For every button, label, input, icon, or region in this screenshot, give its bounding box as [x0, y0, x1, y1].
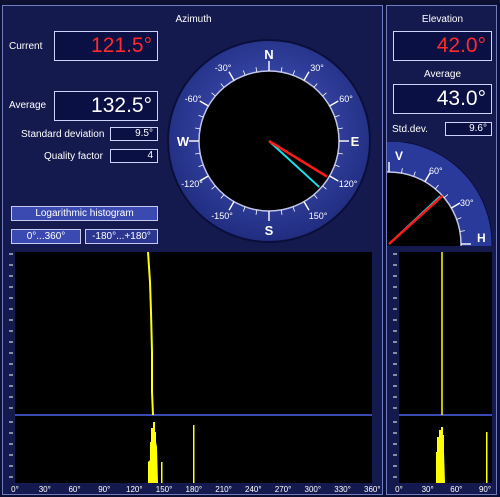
elevation-panel: Elevation 42.0° Average 43.0° Std.dev. 9…: [386, 5, 497, 495]
compass-w-label: W: [177, 134, 190, 149]
elevation-gauge: V H 60° 30°: [387, 142, 493, 246]
gauge-30-label: 30°: [460, 198, 474, 208]
elevation-stddev-value: 9.6°: [445, 122, 492, 136]
elevation-title: Elevation: [421, 14, 464, 25]
elevation-histogram: [399, 252, 492, 483]
x-tick-label: 150°: [155, 485, 173, 494]
azimuth-histogram-chart: [15, 252, 372, 483]
elevation-histogram-y-ticks: [393, 253, 397, 478]
elevation-histogram-bars: [436, 427, 445, 483]
azimuth-current-value: 121.5°: [54, 31, 158, 61]
azimuth-title: Azimuth: [175, 14, 212, 25]
azimuth-compass: N E S W 30° 60° 120° 150° -30° -60° -120…: [167, 39, 371, 243]
compass-neg150-label: -150°: [211, 211, 233, 221]
x-tick-label: 0°: [395, 485, 403, 494]
range-180-180-button[interactable]: -180°...+180°: [85, 229, 158, 244]
compass-e-label: E: [351, 134, 360, 149]
quality-value: 4: [110, 149, 158, 163]
logarithmic-histogram-button[interactable]: Logarithmic histogram: [11, 206, 158, 221]
azimuth-average-value: 132.5°: [54, 91, 158, 121]
compass-150-label: 150°: [309, 211, 328, 221]
x-tick-label: 30°: [421, 485, 434, 494]
azimuth-panel: Azimuth Current 121.5° Average 132.5° St…: [2, 5, 383, 495]
quality-label: Quality factor: [44, 151, 103, 162]
x-tick-label: 60°: [68, 485, 81, 494]
elevation-histogram-chart: [399, 252, 492, 483]
x-tick-label: 240°: [245, 485, 262, 494]
azimuth-histogram-bar-small: [161, 462, 163, 483]
x-tick-label: 270°: [274, 485, 292, 494]
compass-60-label: 60°: [339, 94, 353, 104]
elevation-stddev-label: Std.dev.: [392, 124, 428, 135]
x-tick-label: 90°: [98, 485, 111, 494]
x-tick-label: 180°: [185, 485, 203, 494]
x-tick-label: 300°: [304, 485, 322, 494]
compass-s-label: S: [265, 223, 274, 238]
gauge-h-label: H: [477, 231, 486, 245]
compass-neg120-label: -120°: [181, 179, 203, 189]
azimuth-histogram-bars: [148, 422, 158, 483]
x-tick-label: 0°: [11, 485, 19, 494]
azimuth-histogram-y-ticks: [9, 253, 13, 478]
x-tick-label: 360°: [364, 485, 381, 494]
x-tick-label: 330°: [334, 485, 351, 494]
azimuth-trace: [147, 252, 154, 416]
compass-neg60-label: -60°: [185, 94, 202, 104]
compass-30-label: 30°: [310, 63, 324, 73]
x-tick-label: 90°: [478, 485, 492, 494]
compass-120-label: 120°: [339, 179, 358, 189]
azimuth-histogram: [15, 252, 372, 483]
x-tick-label: 60°: [450, 485, 463, 494]
elevation-average-value: 43.0°: [393, 84, 492, 114]
azimuth-histogram-bar-isolated: [193, 425, 195, 483]
x-tick-label: 120°: [126, 485, 143, 494]
average-label: Average: [9, 100, 47, 111]
stddev-label: Standard deviation: [21, 129, 105, 140]
gauge-v-label: V: [395, 149, 403, 163]
elevation-average-label: Average: [423, 69, 462, 80]
compass-neg30-label: -30°: [215, 63, 232, 73]
elevation-current-value: 42.0°: [393, 31, 492, 61]
azimuth-stddev-value: 9.5°: [110, 127, 158, 141]
x-tick-label: 210°: [215, 485, 232, 494]
x-tick-label: 30°: [38, 485, 51, 494]
current-label: Current: [9, 41, 43, 52]
compass-n-label: N: [264, 47, 273, 62]
gauge-60-label: 60°: [429, 166, 443, 176]
range-0-360-button[interactable]: 0°...360°: [11, 229, 81, 244]
elevation-histogram-bar-isolated: [486, 432, 488, 483]
